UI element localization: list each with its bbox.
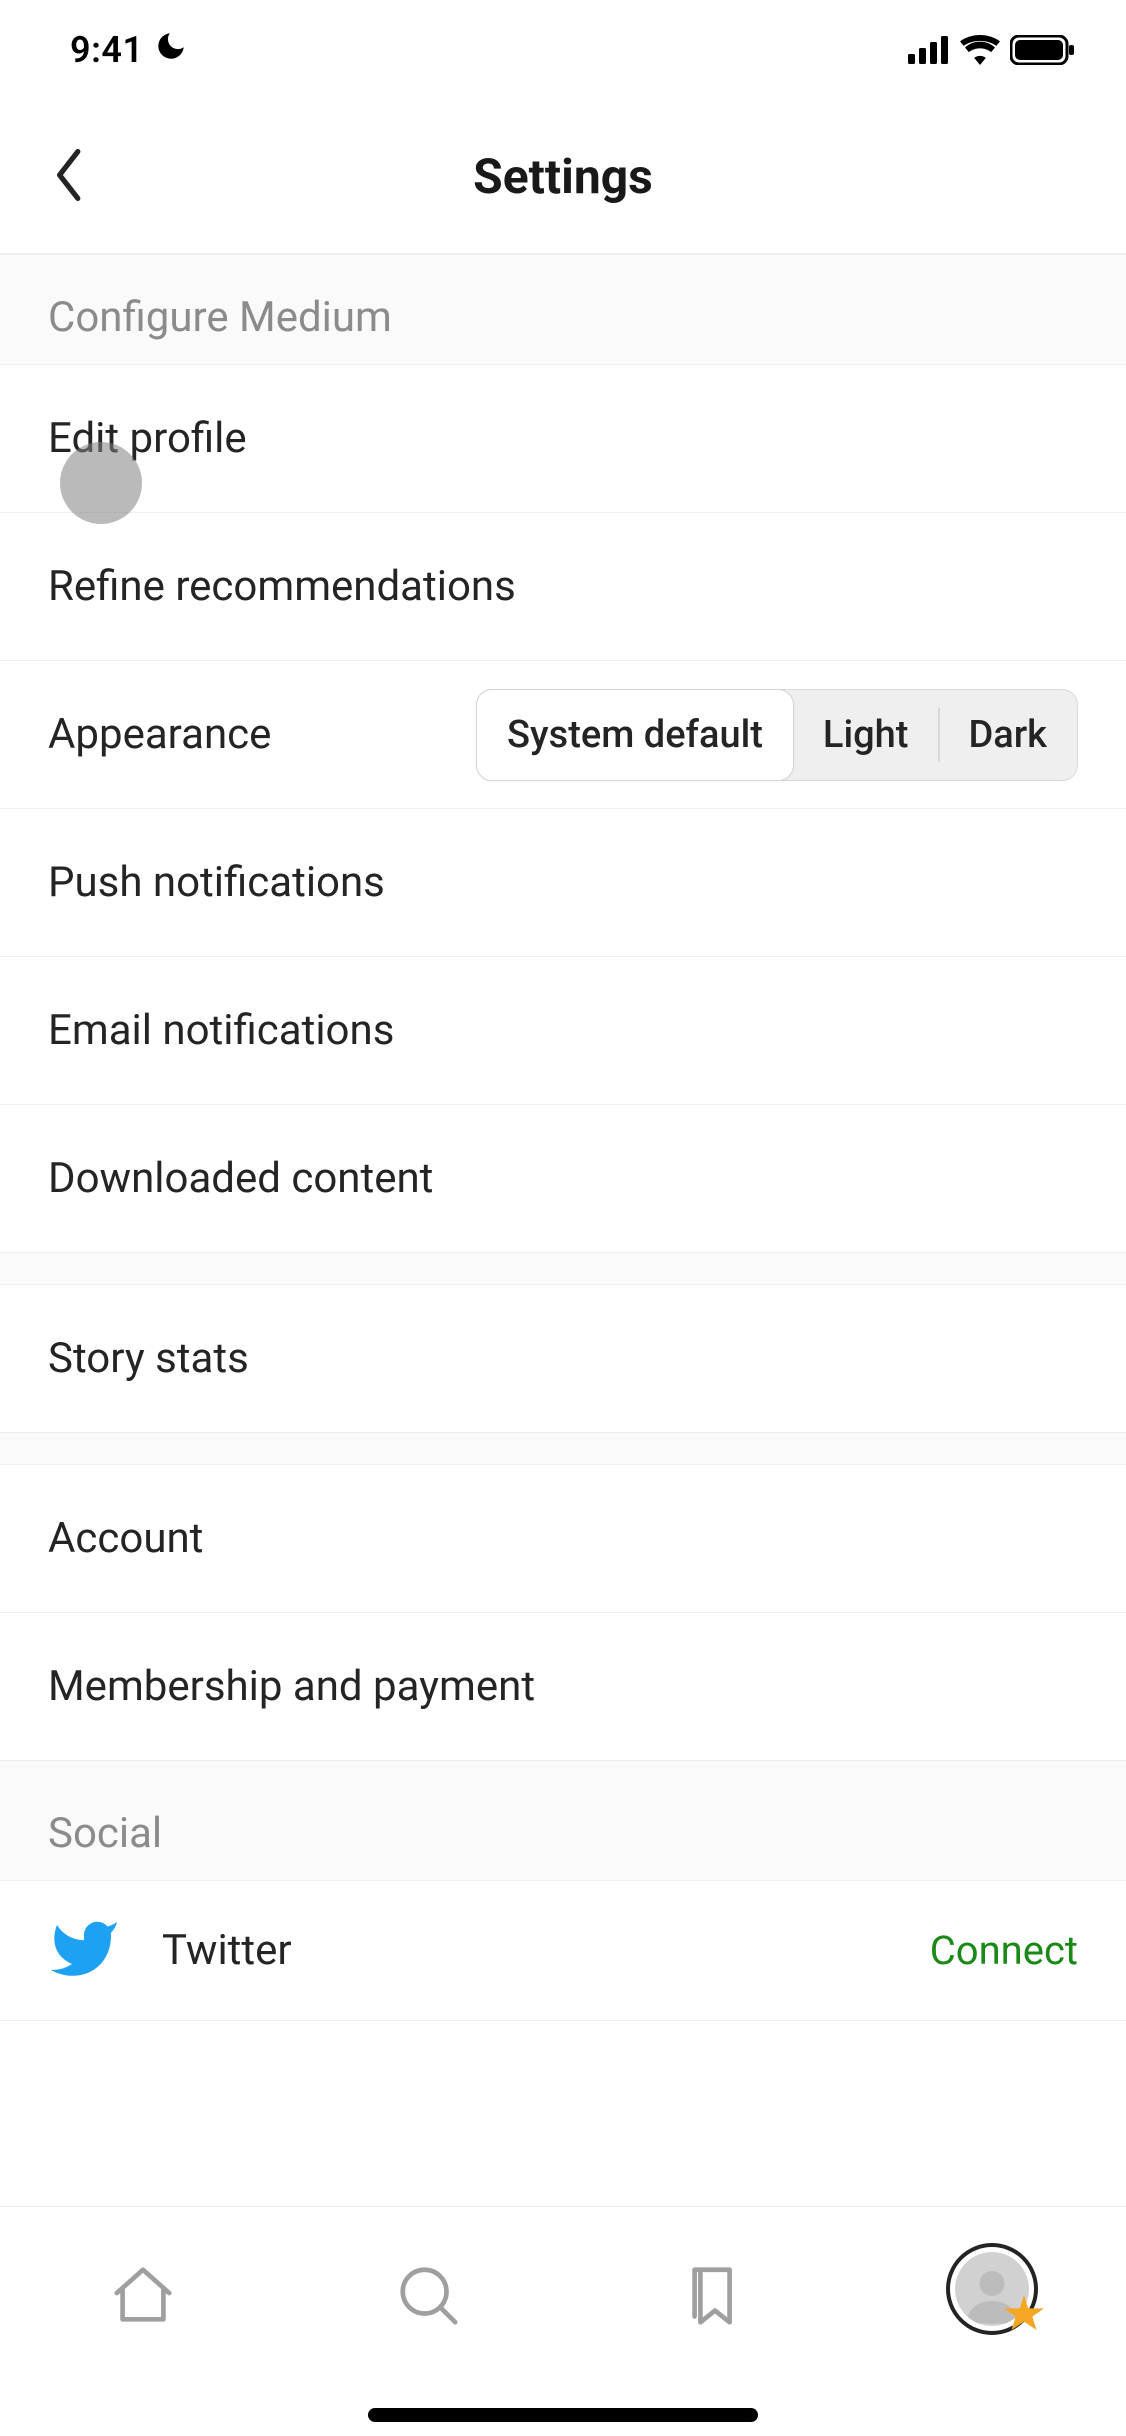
- section-header-social: Social: [0, 1761, 1126, 1881]
- appearance-segmented-control[interactable]: System default Light Dark: [476, 689, 1078, 781]
- row-refine-recommendations[interactable]: Refine recommendations: [0, 513, 1126, 661]
- segment-dark[interactable]: Dark: [938, 690, 1077, 780]
- bookmarks-icon: [680, 2261, 750, 2335]
- section-header-label: Social: [48, 1809, 162, 1858]
- cellular-icon: [908, 36, 950, 64]
- section-header-label: Configure Medium: [48, 293, 392, 342]
- row-label: Membership and payment: [48, 1662, 535, 1711]
- social-label: Twitter: [162, 1926, 292, 1975]
- tab-home[interactable]: [88, 2243, 198, 2353]
- row-push-notifications[interactable]: Push notifications: [0, 809, 1126, 957]
- settings-content: Configure Medium Edit profile Refine rec…: [0, 255, 1126, 2021]
- page-title: Settings: [473, 148, 653, 205]
- status-left: 9:41: [70, 29, 188, 72]
- row-membership-payment[interactable]: Membership and payment: [0, 1613, 1126, 1761]
- header: Settings: [0, 100, 1126, 255]
- segment-light[interactable]: Light: [793, 690, 939, 780]
- home-icon: [108, 2261, 178, 2335]
- search-icon: [394, 2261, 464, 2335]
- chevron-left-icon: [53, 149, 87, 204]
- group-gap: [0, 1433, 1126, 1465]
- row-email-notifications[interactable]: Email notifications: [0, 957, 1126, 1105]
- row-downloaded-content[interactable]: Downloaded content: [0, 1105, 1126, 1253]
- twitter-icon: [48, 1913, 120, 1989]
- row-story-stats[interactable]: Story stats: [0, 1285, 1126, 1433]
- row-label: Downloaded content: [48, 1154, 433, 1203]
- battery-icon: [1010, 35, 1076, 65]
- social-left: Twitter: [48, 1913, 292, 1989]
- tab-profile[interactable]: [946, 2243, 1038, 2335]
- status-right: [908, 35, 1076, 65]
- row-label: Account: [48, 1514, 203, 1563]
- status-time: 9:41: [70, 29, 144, 71]
- moon-icon: [154, 29, 188, 72]
- back-button[interactable]: [40, 147, 100, 207]
- status-bar: 9:41: [0, 0, 1126, 100]
- premium-star-icon: [1004, 2295, 1044, 2339]
- home-indicator: [368, 2408, 758, 2422]
- wifi-icon: [960, 35, 1000, 65]
- row-appearance: Appearance System default Light Dark: [0, 661, 1126, 809]
- segment-system-default[interactable]: System default: [476, 689, 794, 781]
- row-label: Email notifications: [48, 1006, 394, 1055]
- connect-link[interactable]: Connect: [930, 1927, 1078, 1974]
- tab-bar: [0, 2206, 1126, 2436]
- tab-search[interactable]: [374, 2243, 484, 2353]
- profile-ring: [946, 2243, 1038, 2335]
- row-label: Appearance: [48, 710, 271, 759]
- tab-bookmarks[interactable]: [660, 2243, 770, 2353]
- row-edit-profile[interactable]: Edit profile: [0, 365, 1126, 513]
- section-header-configure: Configure Medium: [0, 255, 1126, 365]
- row-social-twitter[interactable]: Twitter Connect: [0, 1881, 1126, 2021]
- row-account[interactable]: Account: [0, 1465, 1126, 1613]
- row-label: Push notifications: [48, 858, 385, 907]
- row-label: Edit profile: [48, 414, 247, 463]
- group-gap: [0, 1253, 1126, 1285]
- row-label: Refine recommendations: [48, 562, 516, 611]
- row-label: Story stats: [48, 1334, 249, 1383]
